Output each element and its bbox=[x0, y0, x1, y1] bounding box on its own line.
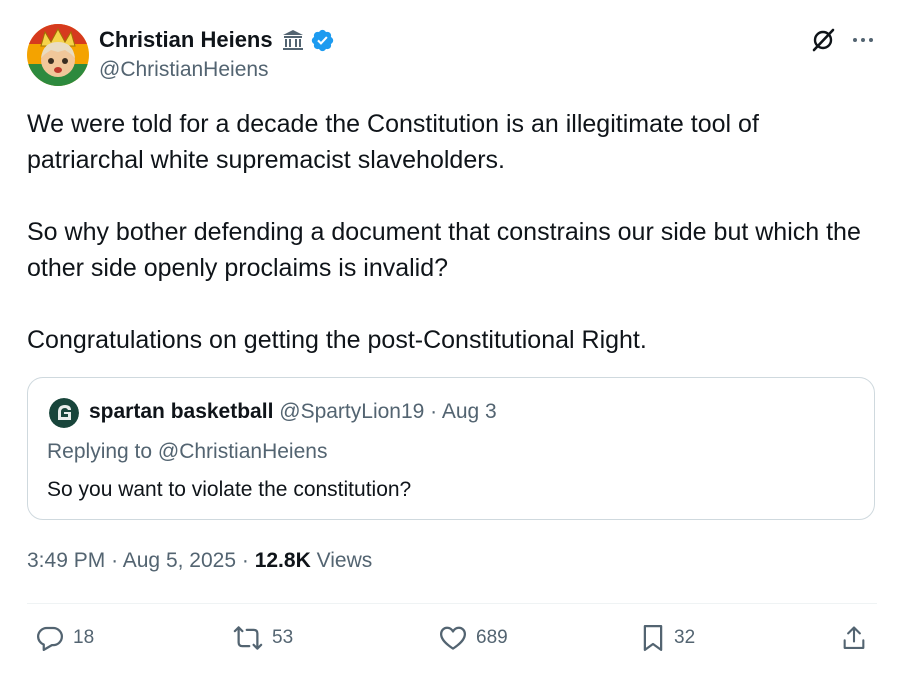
heart-icon bbox=[438, 623, 468, 653]
reply-button[interactable]: 18 bbox=[35, 620, 94, 656]
quote-author-name[interactable]: spartan basketball bbox=[89, 400, 273, 423]
tweet-text: We were told for a decade the Constituti… bbox=[27, 106, 877, 358]
author-name-row: Christian Heiens bbox=[99, 27, 335, 53]
share-button[interactable] bbox=[840, 620, 868, 656]
bookmark-button[interactable]: 32 bbox=[640, 620, 695, 656]
verified-badge-icon[interactable] bbox=[310, 28, 335, 53]
quoted-tweet[interactable]: spartan basketball @SpartyLion19 · Aug 3… bbox=[27, 377, 875, 520]
reply-icon bbox=[35, 623, 65, 653]
more-options-icon[interactable] bbox=[850, 27, 876, 53]
reply-count: 18 bbox=[73, 627, 95, 648]
meta-separator: · bbox=[241, 549, 249, 572]
quote-separator: · bbox=[430, 400, 438, 423]
grok-icon[interactable] bbox=[810, 27, 836, 53]
bookmark-count: 32 bbox=[674, 627, 696, 648]
author-handle[interactable]: @ChristianHeiens bbox=[99, 58, 269, 82]
tweet-paragraph: So why bother defending a document that … bbox=[27, 218, 861, 282]
meta-separator: · bbox=[111, 549, 119, 572]
repost-icon bbox=[232, 623, 264, 653]
repost-count: 53 bbox=[272, 627, 294, 648]
quote-date[interactable]: Aug 3 bbox=[442, 400, 497, 423]
tweet-paragraph: We were told for a decade the Constituti… bbox=[27, 110, 759, 174]
author-name[interactable]: Christian Heiens bbox=[99, 27, 273, 53]
share-icon bbox=[840, 623, 868, 653]
author-avatar[interactable] bbox=[27, 24, 89, 86]
quote-header: spartan basketball @SpartyLion19 · Aug 3 bbox=[89, 400, 497, 424]
views-label: Views bbox=[316, 549, 373, 572]
quote-author-handle[interactable]: @SpartyLion19 bbox=[279, 400, 424, 423]
like-count: 689 bbox=[476, 627, 508, 648]
divider bbox=[27, 603, 877, 604]
quote-replying-to: Replying to @ChristianHeiens bbox=[47, 440, 328, 463]
bookmark-icon bbox=[640, 623, 666, 653]
tweet-paragraph: Congratulations on getting the post-Cons… bbox=[27, 326, 647, 354]
tweet-date[interactable]: Aug 5, 2025 bbox=[123, 549, 236, 572]
tweet-meta: 3:49 PM · Aug 5, 2025 · 12.8K Views bbox=[27, 549, 372, 573]
views-count: 12.8K bbox=[254, 549, 311, 572]
like-button[interactable]: 689 bbox=[438, 620, 508, 656]
repost-button[interactable]: 53 bbox=[232, 620, 293, 656]
classical-building-icon bbox=[281, 28, 305, 52]
quote-text: So you want to violate the constitution? bbox=[47, 478, 412, 501]
tweet-time[interactable]: 3:49 PM bbox=[27, 549, 105, 572]
quote-author-avatar[interactable] bbox=[49, 398, 79, 428]
